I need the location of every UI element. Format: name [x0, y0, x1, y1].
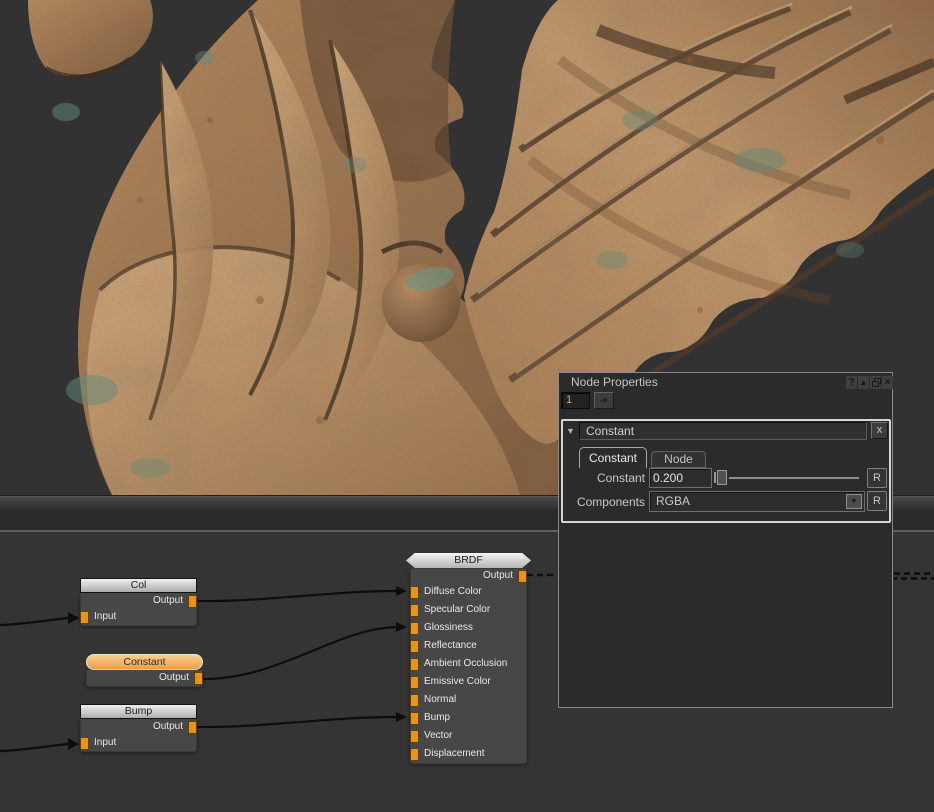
- restore-icon[interactable]: [870, 376, 881, 389]
- arrowhead-bump-input: [68, 738, 79, 750]
- brdf-input-row: Glossiness: [411, 619, 526, 637]
- brdf-input-row: Ambient Occlusion: [411, 655, 526, 673]
- col-output-port[interactable]: [188, 595, 197, 608]
- constant-output-port[interactable]: [194, 672, 203, 685]
- chevron-down-icon: ▼: [851, 498, 858, 505]
- wire-into-col-input[interactable]: [0, 618, 68, 625]
- close-icon[interactable]: ×: [882, 376, 893, 389]
- bump-input-port[interactable]: [80, 737, 89, 750]
- wire-col-to-brdf-diffuse[interactable]: [196, 591, 396, 601]
- brdf-normal-port[interactable]: [410, 694, 419, 707]
- brdf-input-row: Normal: [411, 691, 526, 709]
- bump-output-port[interactable]: [188, 721, 197, 734]
- triangle-up-icon[interactable]: ▲: [858, 376, 869, 389]
- brdf-emissive-color-port[interactable]: [410, 676, 419, 689]
- help-icon[interactable]: ?: [846, 376, 857, 389]
- slider-left-cap: [714, 472, 716, 483]
- brdf-bump-port[interactable]: [410, 712, 419, 725]
- constant-value-input[interactable]: 0.200: [649, 468, 712, 488]
- node-col-header[interactable]: Col: [80, 578, 197, 593]
- item-count-field[interactable]: 1: [561, 392, 590, 409]
- node-constant[interactable]: Constant Output: [86, 654, 203, 687]
- app-window: Col Output Input Constant Output: [0, 0, 934, 812]
- brdf-output-row: Output: [411, 569, 526, 583]
- col-output-row: Output: [81, 593, 196, 609]
- brdf-input-row: Reflectance: [411, 637, 526, 655]
- remove-node-button[interactable]: x: [871, 422, 888, 439]
- brdf-diffuse-color-port[interactable]: [410, 586, 419, 599]
- components-dropdown[interactable]: RGBA ▼: [649, 491, 865, 512]
- brdf-input-row: Diffuse Color: [411, 583, 526, 601]
- brdf-input-row: Emissive Color: [411, 673, 526, 691]
- brdf-ambient-occlusion-port[interactable]: [410, 658, 419, 671]
- panel-titlebar-icons: ? ▲ ×: [846, 376, 893, 389]
- node-col[interactable]: Col Output Input: [80, 578, 197, 626]
- node-properties-panel: Node Properties ? ▲ × 1 -× ▼ Constant x …: [558, 372, 893, 708]
- col-input-row: Input: [81, 609, 196, 625]
- chevron-down-icon[interactable]: ▼: [566, 426, 575, 436]
- constant-slider[interactable]: [714, 468, 862, 488]
- components-value: RGBA: [656, 494, 690, 508]
- constant-output-row: Output: [87, 670, 202, 686]
- detach-button[interactable]: -×: [594, 392, 614, 409]
- brdf-vector-port[interactable]: [410, 730, 419, 743]
- components-reset-button[interactable]: R: [867, 491, 887, 511]
- brdf-output-port[interactable]: [518, 570, 527, 583]
- brdf-input-row: Bump: [411, 709, 526, 727]
- components-label: Components: [563, 495, 645, 509]
- arrowhead-brdf-diffuse: [396, 586, 407, 596]
- slider-handle[interactable]: [717, 470, 727, 485]
- wire-into-bump-input[interactable]: [0, 744, 68, 751]
- wire-constant-to-brdf-glossiness[interactable]: [203, 627, 396, 679]
- constant-label: Constant: [563, 471, 645, 485]
- arrowhead-brdf-glossiness: [396, 622, 407, 632]
- col-input-port[interactable]: [80, 611, 89, 624]
- panel-title[interactable]: Node Properties: [571, 375, 658, 389]
- node-name-field[interactable]: Constant: [579, 422, 867, 440]
- arrowhead-brdf-bump: [396, 712, 407, 722]
- bump-output-row: Output: [81, 719, 196, 735]
- constant-reset-button[interactable]: R: [867, 468, 887, 488]
- brdf-reflectance-port[interactable]: [410, 640, 419, 653]
- bump-input-row: Input: [81, 735, 196, 751]
- node-bump-header[interactable]: Bump: [80, 704, 197, 719]
- brdf-input-row: Specular Color: [411, 601, 526, 619]
- node-constant-header[interactable]: Constant: [86, 654, 203, 670]
- tab-node[interactable]: Node: [651, 451, 706, 468]
- node-brdf[interactable]: Output Diffuse Color Specular Color Glos…: [410, 568, 527, 764]
- brdf-specular-color-port[interactable]: [410, 604, 419, 617]
- brdf-glossiness-port[interactable]: [410, 622, 419, 635]
- brdf-input-row: Vector: [411, 727, 526, 745]
- node-bump[interactable]: Bump Output Input: [80, 704, 197, 752]
- node-brdf-header[interactable]: BRDF: [406, 553, 531, 568]
- dropdown-arrow-button[interactable]: ▼: [846, 494, 862, 509]
- slider-track[interactable]: [729, 477, 859, 479]
- arrowhead-col-input: [68, 612, 79, 624]
- wire-bump-to-brdf-bump[interactable]: [196, 717, 396, 727]
- constant-node-groupbox: ▼ Constant x Constant Node Constant 0.20…: [561, 419, 891, 523]
- brdf-displacement-port[interactable]: [410, 748, 419, 761]
- brdf-input-row: Displacement: [411, 745, 526, 763]
- detach-x-icon: -×: [600, 396, 607, 405]
- tab-constant[interactable]: Constant: [579, 447, 647, 468]
